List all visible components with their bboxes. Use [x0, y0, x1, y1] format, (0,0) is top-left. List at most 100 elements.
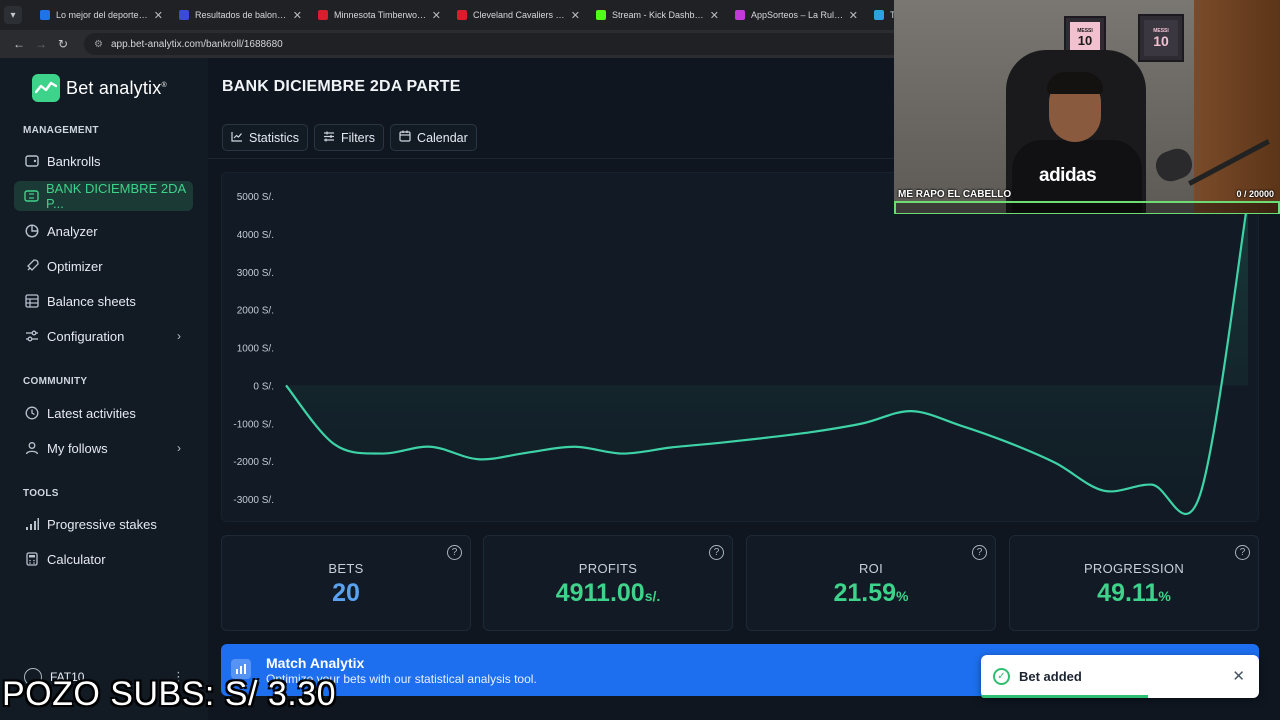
stat-unit: s/.: [644, 588, 661, 604]
chart-point[interactable]: [380, 451, 385, 456]
sidebar-item-analyzer[interactable]: Analyzer: [14, 216, 193, 246]
y-tick-label: -1000 S/.: [233, 419, 274, 430]
stat-card-profits: ? PROFITS 4911.00s/.: [483, 535, 733, 631]
sidebar-item-label: Bankrolls: [47, 153, 101, 169]
sidebar: Bet analytix® MANAGEMENT Bankrolls BANK …: [0, 58, 208, 720]
y-tick-label: 5000 S/.: [237, 192, 274, 203]
webcam-door: [1194, 0, 1280, 214]
stat-label: PROGRESSION: [1083, 561, 1185, 576]
chart-point[interactable]: [524, 450, 529, 455]
gear-icon: [24, 328, 40, 344]
chart-point[interactable]: [813, 429, 818, 434]
y-tick-label: 1000 S/.: [237, 344, 274, 355]
sidebar-item-bankrolls[interactable]: Bankrolls: [14, 146, 193, 176]
browser-tab[interactable]: Stream - Kick Dashboard ✕: [588, 0, 727, 30]
reload-icon[interactable]: ↻: [52, 37, 74, 51]
chart-point[interactable]: [909, 409, 914, 414]
close-icon[interactable]: ✕: [1232, 667, 1245, 685]
profit-chart[interactable]: 5000 S/. 4000 S/. 3000 S/. 2000 S/. 1000 S/.…: [221, 172, 1259, 522]
chart-point[interactable]: [476, 457, 481, 462]
browser-tab[interactable]: Cleveland Cavaliers - Chic ✕: [449, 0, 588, 30]
section-title-tools: TOOLS: [23, 488, 59, 499]
help-icon[interactable]: ?: [709, 545, 724, 560]
tab-calendar[interactable]: Calendar: [390, 124, 477, 151]
browser-tab[interactable]: Minnesota Timberwolves ✕: [310, 0, 449, 30]
chart-point[interactable]: [284, 383, 289, 388]
tab-label: Calendar: [417, 130, 468, 145]
chart-point[interactable]: [957, 423, 962, 428]
sidebar-item-progressive-stakes[interactable]: Progressive stakes: [14, 509, 193, 539]
y-tick-label: 4000 S/.: [237, 230, 274, 241]
calendar-icon: [399, 130, 411, 145]
close-tab-icon[interactable]: ✕: [710, 9, 719, 22]
clock-icon: [24, 405, 40, 421]
goal-bar: [894, 201, 1280, 214]
section-title-management: MANAGEMENT: [23, 125, 99, 136]
browser-tab[interactable]: Lo mejor del deporte y el ✕: [32, 0, 171, 30]
site-info-icon[interactable]: ⚙: [94, 39, 103, 50]
chart-point[interactable]: [1053, 461, 1058, 466]
tab-favicon-icon: [457, 10, 467, 20]
sidebar-item-calculator[interactable]: Calculator: [14, 544, 193, 574]
line-chart-icon: [231, 131, 243, 145]
wallet-icon: [24, 153, 40, 169]
y-tick-label: 2000 S/.: [237, 306, 274, 317]
back-arrow-icon[interactable]: ←: [8, 37, 30, 51]
forward-arrow-icon[interactable]: →: [30, 37, 52, 51]
stat-label: BETS: [328, 561, 364, 576]
sidebar-item-my-follows[interactable]: My follows ›: [14, 433, 193, 463]
sidebar-item-optimizer[interactable]: Optimizer: [14, 251, 193, 281]
close-tab-icon[interactable]: ✕: [571, 9, 580, 22]
chart-point[interactable]: [1005, 440, 1010, 445]
tab-filters[interactable]: Filters: [314, 124, 385, 151]
chart-point[interactable]: [1197, 493, 1202, 498]
chevron-right-icon: ›: [177, 329, 181, 343]
tab-statistics[interactable]: Statistics: [222, 124, 309, 151]
sidebar-item-label: Configuration: [47, 328, 125, 344]
brand-logo[interactable]: Bet analytix®: [32, 74, 167, 102]
sidebar-item-balance-sheets[interactable]: Balance sheets: [14, 286, 193, 316]
sidebar-item-latest-activities[interactable]: Latest activities: [14, 398, 193, 428]
close-tab-icon[interactable]: ✕: [293, 9, 302, 22]
stat-card-bets: ? BETS 20: [221, 535, 471, 631]
browser-tab[interactable]: Resultados de baloncesto ✕: [171, 0, 310, 30]
help-icon[interactable]: ?: [447, 545, 462, 560]
chart-point[interactable]: [668, 445, 673, 450]
rocket-icon: [24, 258, 40, 274]
chart-point[interactable]: [1149, 482, 1154, 487]
tab-title: Stream - Kick Dashboard: [612, 10, 706, 20]
calculator-icon: [24, 551, 40, 567]
sidebar-item-current-bankroll[interactable]: BANK DICIEMBRE 2DA P...: [14, 181, 193, 211]
framed-jersey: MESSI 10: [1138, 14, 1184, 62]
stat-value: 21.59%: [833, 579, 909, 607]
chart-point[interactable]: [765, 435, 770, 440]
user-icon: [24, 440, 40, 456]
stream-goal-count: 0 / 20000: [1236, 189, 1274, 199]
banner-title: Match Analytix: [266, 655, 365, 671]
chart-point[interactable]: [572, 444, 577, 449]
table-icon: [24, 293, 40, 309]
bars-icon: [24, 516, 40, 532]
sidebar-item-label: BANK DICIEMBRE 2DA P...: [46, 181, 186, 211]
chart-point[interactable]: [861, 421, 866, 426]
chart-point[interactable]: [428, 444, 433, 449]
chart-point[interactable]: [716, 440, 721, 445]
chart-point[interactable]: [332, 442, 337, 447]
help-icon[interactable]: ?: [972, 545, 987, 560]
stat-label: PROFITS: [578, 561, 638, 576]
webcam-overlay: MESSI 10 MESSI 10 adidas ME RAPO EL CABELL…: [894, 0, 1280, 214]
stat-unit: %: [1158, 588, 1171, 604]
tab-favicon-icon: [596, 10, 606, 20]
help-icon[interactable]: ?: [1235, 545, 1250, 560]
jersey-dark: MESSI 10: [1144, 20, 1178, 56]
tab-search-dropdown[interactable]: ▾: [4, 6, 22, 24]
chart-point[interactable]: [1101, 488, 1106, 493]
close-tab-icon[interactable]: ✕: [432, 9, 441, 22]
sidebar-item-configuration[interactable]: Configuration ›: [14, 321, 193, 351]
streamer-hair: [1047, 72, 1103, 94]
chart-point[interactable]: [620, 451, 625, 456]
browser-tab[interactable]: AppSorteos – La Ruleta d ✕: [727, 0, 866, 30]
close-tab-icon[interactable]: ✕: [154, 9, 163, 22]
close-tab-icon[interactable]: ✕: [849, 9, 858, 22]
stat-value: 4911.00s/.: [555, 579, 661, 607]
